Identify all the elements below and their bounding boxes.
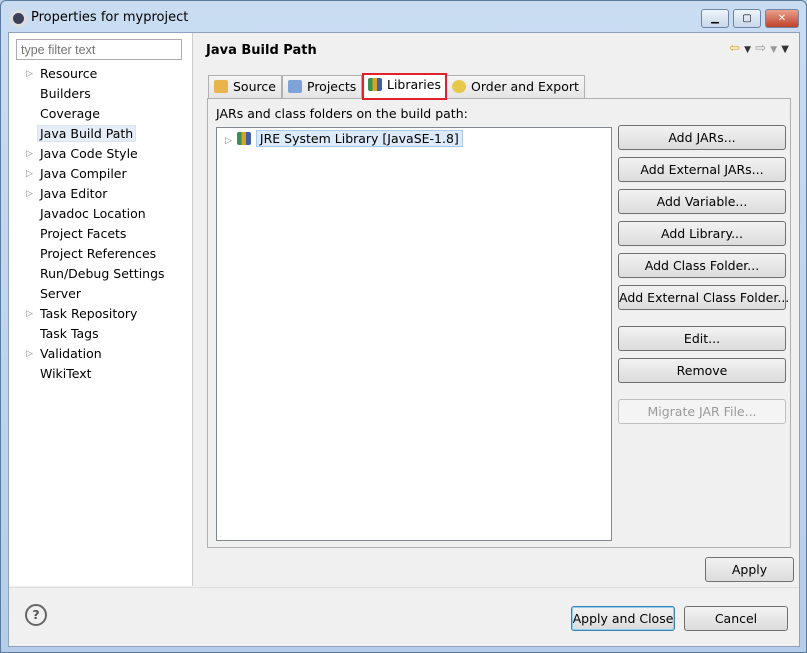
button-remove[interactable]: Remove — [618, 358, 786, 383]
tree-item[interactable]: ▷ Java Compiler — [9, 164, 192, 184]
libraries-icon — [368, 78, 382, 91]
expand-icon[interactable]: ▷ — [26, 344, 33, 364]
library-list[interactable]: ▷ JRE System Library [JavaSE-1.8] — [216, 127, 612, 541]
button-add-class-folder[interactable]: Add Class Folder... — [618, 253, 786, 278]
eclipse-icon — [10, 10, 27, 27]
library-icon — [236, 132, 251, 145]
tree-item[interactable]: Project References — [9, 244, 192, 264]
tree-item[interactable]: Server — [9, 284, 192, 304]
tab-projects[interactable]: Projects — [282, 75, 363, 99]
expand-icon[interactable]: ▷ — [26, 304, 33, 324]
order-export-icon — [452, 80, 466, 93]
button-add-jars[interactable]: Add JARs... — [618, 125, 786, 150]
expand-icon[interactable]: ▷ — [26, 64, 33, 84]
button-add-library[interactable]: Add Library... — [618, 221, 786, 246]
tree-item[interactable]: Task Tags — [9, 324, 192, 344]
expand-icon[interactable]: ▷ — [26, 144, 33, 164]
tree-item[interactable]: ▷ Task Repository — [9, 304, 192, 324]
tree-item[interactable]: ▷ Validation — [9, 344, 192, 364]
help-icon[interactable]: ? — [25, 604, 47, 626]
sidebar: ▷ResourceBuildersCoverageJava Build Path… — [9, 33, 193, 586]
tree-item[interactable]: Project Facets — [9, 224, 192, 244]
filter-input[interactable] — [16, 39, 182, 60]
source-folder-icon — [214, 80, 228, 93]
apply-button[interactable]: Apply — [705, 557, 794, 582]
forward-menu-icon[interactable]: ▼ — [770, 45, 777, 55]
button-edit[interactable]: Edit... — [618, 326, 786, 351]
tab-order-and-export[interactable]: Order and Export — [446, 75, 585, 99]
tree-item[interactable]: Builders — [9, 84, 192, 104]
property-tree: ▷ Resource Builders Coverage Java Build Path… — [9, 64, 192, 384]
tree-item[interactable]: Javadoc Location — [9, 204, 192, 224]
cancel-button[interactable]: Cancel — [684, 606, 788, 631]
tree-item[interactable]: Run/Debug Settings — [9, 264, 192, 284]
tab-source[interactable]: Source — [208, 75, 282, 99]
properties-dialog: Properties for myproject ▁ ▢ ✕ ▷Resource… — [0, 0, 807, 653]
expand-icon[interactable]: ▷ — [26, 164, 33, 184]
history-nav: ⇦ ▼ ⇨ ▼ ▼ — [729, 41, 789, 56]
back-menu-icon[interactable]: ▼ — [744, 45, 751, 55]
tree-item[interactable]: ▷ Java Editor — [9, 184, 192, 204]
tab-libraries[interactable]: Libraries — [362, 73, 447, 100]
view-menu-icon[interactable]: ▼ — [781, 44, 789, 55]
button-add-external-class-folder[interactable]: Add External Class Folder... — [618, 285, 789, 310]
button-migrate-jar-file[interactable]: Migrate JAR File... — [618, 399, 786, 424]
libraries-panel: JARs and class folders on the build path… — [207, 98, 791, 548]
list-item[interactable]: ▷ JRE System Library [JavaSE-1.8] — [225, 130, 463, 147]
build-path-label: JARs and class folders on the build path… — [216, 106, 468, 121]
minimize-button[interactable]: ▁ — [701, 9, 729, 28]
project-folder-icon — [288, 80, 302, 93]
expand-icon[interactable]: ▷ — [26, 184, 33, 204]
button-add-external-jars[interactable]: Add External JARs... — [618, 157, 786, 182]
expand-icon[interactable]: ▷ — [225, 136, 232, 146]
forward-icon[interactable]: ⇨ — [755, 41, 766, 56]
maximize-button[interactable]: ▢ — [733, 9, 761, 28]
button-add-variable[interactable]: Add Variable... — [618, 189, 786, 214]
tree-item[interactable]: ▷ Resource — [9, 64, 192, 84]
close-button[interactable]: ✕ — [765, 9, 799, 28]
tree-item[interactable]: WikiText — [9, 364, 192, 384]
page-title: Java Build Path — [206, 43, 317, 58]
tree-item[interactable]: Java Build Path — [9, 124, 192, 144]
apply-and-close-button[interactable]: Apply and Close — [571, 606, 675, 631]
back-icon[interactable]: ⇦ — [729, 41, 740, 56]
tree-item[interactable]: Coverage — [9, 104, 192, 124]
window-title: Properties for myproject — [31, 10, 189, 25]
tree-item[interactable]: ▷ Java Code Style — [9, 144, 192, 164]
